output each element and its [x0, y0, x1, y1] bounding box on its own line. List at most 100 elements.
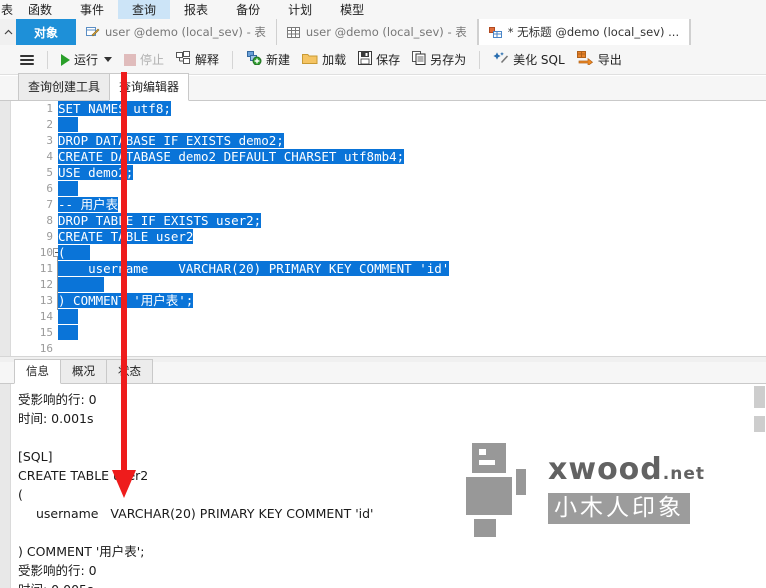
- export-button[interactable]: 导出: [571, 48, 628, 72]
- save-button[interactable]: 保存: [352, 48, 406, 72]
- output-line: 时间: 0.001s: [18, 411, 94, 426]
- restab-label: 概况: [72, 364, 95, 378]
- table-design-icon: [86, 26, 100, 39]
- output-line: 受影响的行: 0: [18, 392, 97, 407]
- grid-icon: [286, 26, 301, 39]
- line-number: 8: [46, 214, 53, 227]
- line-number: 4: [46, 150, 53, 163]
- menu-button[interactable]: [14, 48, 40, 72]
- output-line: 时间: 0.005s: [18, 580, 750, 588]
- document-tab-strip: 对象 user @demo (local_sev) - 表 user @demo…: [0, 19, 766, 46]
- line-number: 6: [46, 182, 53, 195]
- chevron-down-icon[interactable]: [104, 57, 113, 62]
- line-number: 16: [39, 342, 53, 355]
- code-text: DROP TABLE IF EXISTS user2;: [58, 213, 262, 228]
- load-button[interactable]: 加载: [296, 48, 352, 72]
- watermark-title-suffix: .net: [662, 464, 705, 484]
- watermark-title: xwood.net: [548, 455, 705, 489]
- line-number: 7: [46, 198, 53, 211]
- robot-icon: [466, 443, 526, 537]
- tab-query-editor[interactable]: 查询编辑器: [109, 73, 190, 101]
- line-number: 14: [39, 310, 53, 323]
- beautify-label: 美化 SQL: [513, 53, 565, 67]
- ribbon-item-label: 事件: [80, 3, 105, 17]
- ribbon-item-query[interactable]: 查询: [118, 0, 171, 19]
- ribbon-item-report[interactable]: 报表: [170, 0, 222, 19]
- save-as-button[interactable]: 另存为: [406, 48, 472, 72]
- code-line: [58, 117, 766, 133]
- tab-query-builder[interactable]: 查询创建工具: [18, 73, 111, 100]
- ribbon-item-events[interactable]: 事件: [66, 0, 118, 19]
- code-text: DROP DATABASE IF EXISTS demo2;: [58, 133, 284, 148]
- run-label: 运行: [74, 53, 99, 67]
- toolbar-separator-3: [479, 50, 481, 69]
- line-number: 1: [46, 102, 53, 115]
- restab-label: 信息: [26, 364, 49, 378]
- ribbon-item-model[interactable]: 模型: [326, 0, 378, 19]
- tab-objects[interactable]: 对象: [16, 19, 77, 45]
- code-line: SET NAMES utf8;: [58, 101, 766, 117]
- tab-profile[interactable]: 概况: [60, 359, 107, 383]
- folder-icon: [302, 52, 318, 68]
- line-number: 11: [39, 262, 53, 275]
- line-number: 3: [46, 134, 53, 147]
- wand-icon: [493, 51, 509, 68]
- stop-icon: [124, 53, 137, 66]
- ribbon-item-schedule[interactable]: 计划: [274, 0, 326, 19]
- code-text: username VARCHAR(20) PRIMARY KEY COMMENT…: [58, 261, 450, 276]
- watermark-logo: xwood.net 小木人印象: [466, 443, 704, 537]
- code-text: CREATE DATABASE demo2 DEFAULT CHARSET ut…: [58, 149, 405, 164]
- export-label: 导出: [597, 53, 622, 67]
- editor-code-area[interactable]: SET NAMES utf8; DROP DATABASE IF EXISTS …: [58, 101, 766, 356]
- output-scrollbar[interactable]: [752, 384, 766, 588]
- output-line: ) COMMENT '用户表';: [18, 544, 145, 559]
- subtab-label: 查询编辑器: [119, 80, 180, 94]
- code-line: DROP TABLE IF EXISTS user2;: [58, 213, 766, 229]
- tab-label: user @demo (local_sev) - 表: [105, 25, 266, 39]
- output-line: 受影响的行: 0: [18, 563, 97, 578]
- tab-scroll-up-icon[interactable]: [0, 19, 16, 45]
- ribbon-item-backup[interactable]: 备份: [222, 0, 274, 19]
- query-toolbar: 运行 停止 解释 新建 加载 保存 另存为 美化 SQL 导出: [0, 45, 766, 75]
- code-line: CREATE TABLE user2: [58, 229, 766, 245]
- new-button[interactable]: 新建: [240, 48, 296, 72]
- explain-button[interactable]: 解释: [170, 48, 225, 72]
- export-icon: [576, 51, 594, 68]
- toolbar-separator: [47, 50, 48, 69]
- line-number: 13: [39, 294, 53, 307]
- tab-user-table-data[interactable]: user @demo (local_sev) - 表: [276, 19, 478, 45]
- code-text: [58, 277, 104, 292]
- watermark-subtitle: 小木人印象: [548, 493, 690, 524]
- code-line: ) COMMENT '用户表';: [58, 293, 766, 309]
- code-text: [58, 181, 78, 196]
- save-as-label: 另存为: [430, 53, 467, 67]
- nav-app-window: 表 函数 事件 查询 报表 备份 计划 模型 对象 user @demo (lo…: [0, 0, 766, 588]
- sql-editor[interactable]: 1 2 3 4 5 6 7 8 9 10 11 12 13 14 15 16 S…: [0, 101, 766, 356]
- tab-user-table-design[interactable]: user @demo (local_sev) - 表: [76, 19, 277, 45]
- tab-label: 对象: [34, 25, 59, 40]
- ribbon-item-0[interactable]: 表: [0, 0, 14, 19]
- code-text: -- 用户表: [58, 197, 119, 212]
- stop-button[interactable]: 停止: [118, 48, 170, 72]
- new-icon: [246, 51, 262, 68]
- tab-label: user @demo (local_sev) - 表: [305, 25, 467, 39]
- tab-strip-empty-area: [690, 19, 766, 45]
- scrollbar-thumb[interactable]: [754, 386, 765, 408]
- stop-label: 停止: [140, 53, 165, 67]
- output-left-margin: [0, 384, 11, 588]
- tab-status[interactable]: 状态: [106, 359, 153, 383]
- save-icon: [358, 51, 373, 68]
- ribbon-item-label: 备份: [236, 3, 261, 17]
- run-button[interactable]: 运行: [55, 48, 118, 72]
- code-text: CREATE TABLE user2: [58, 229, 194, 244]
- code-text: [58, 309, 78, 324]
- tab-info[interactable]: 信息: [14, 359, 61, 384]
- code-line: [58, 277, 766, 293]
- subtab-label: 查询创建工具: [28, 80, 101, 94]
- ribbon-item-functions[interactable]: 函数: [14, 0, 66, 19]
- beautify-sql-button[interactable]: 美化 SQL: [487, 48, 571, 72]
- editor-subtab-strip: 查询创建工具 查询编辑器: [0, 73, 766, 101]
- tab-untitled-query[interactable]: * 无标题 @demo (local_sev) ...: [477, 19, 691, 45]
- scrollbar-thumb-secondary[interactable]: [754, 416, 765, 432]
